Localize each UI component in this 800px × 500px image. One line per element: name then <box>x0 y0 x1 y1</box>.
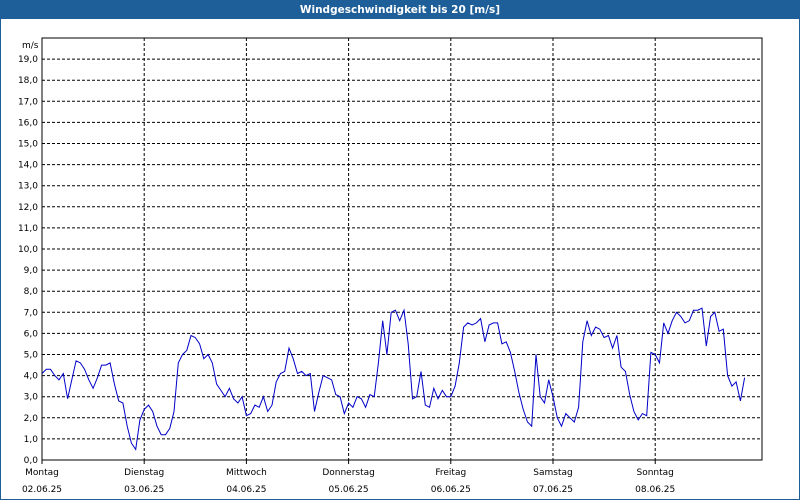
x-tick-day-label: Donnerstag <box>322 468 375 478</box>
y-tick-label: 6,0 <box>24 329 39 339</box>
y-tick-label: 14,0 <box>18 161 38 171</box>
x-tick-date-label: 02.06.25 <box>22 485 62 495</box>
y-tick-label: 15,0 <box>18 140 38 150</box>
y-tick-label: 11,0 <box>18 224 38 234</box>
y-tick-label: 18,0 <box>18 76 38 86</box>
x-tick-date-label: 05.06.25 <box>329 485 369 495</box>
x-tick-day-label: Freitag <box>435 468 466 478</box>
y-tick-label: 16,0 <box>18 118 38 128</box>
y-tick-label: 8,0 <box>24 287 39 297</box>
y-tick-label: 12,0 <box>18 203 38 213</box>
y-tick-label: 19,0 <box>18 55 38 65</box>
y-tick-label: 1,0 <box>24 435 39 445</box>
grid-lines <box>42 38 762 460</box>
x-tick-date-label: 07.06.25 <box>533 485 573 495</box>
x-tick-day-label: Mittwoch <box>226 468 267 478</box>
y-tick-labels: 0,0 1,0 2,0 3,0 4,0 5,0 6,0 7,0 8,0 9,0 10,0 11,0 12… <box>18 55 38 466</box>
y-tick-label: 7,0 <box>24 308 39 318</box>
x-tick-date-label: 04.06.25 <box>226 485 266 495</box>
y-tick-label: 10,0 <box>18 245 38 255</box>
y-tick-label: 3,0 <box>24 393 39 403</box>
y-tick-label: 2,0 <box>24 414 39 424</box>
x-tick-date-label: 03.06.25 <box>124 485 164 495</box>
x-tick-date-label: 06.06.25 <box>431 485 471 495</box>
wind-speed-chart: 0,0 1,0 2,0 3,0 4,0 5,0 6,0 7,0 8,0 9,0 10,0 11,0 12… <box>18 37 763 495</box>
x-tick-date-label: 08.06.25 <box>635 485 675 495</box>
x-tick-day-label: Sonntag <box>637 468 674 478</box>
x-tick-day-label: Montag <box>25 468 59 478</box>
y-tick-label: 17,0 <box>18 97 38 107</box>
x-tick-labels: Montag 02.06.25 Dienstag 03.06.25 Mittwoch 04… <box>22 460 675 495</box>
y-axis-unit-label: m/s <box>22 41 39 51</box>
y-tick-label: 0,0 <box>24 456 39 466</box>
x-tick-day-label: Samstag <box>533 468 572 478</box>
y-tick-label: 5,0 <box>24 351 39 361</box>
y-tick-label: 4,0 <box>24 372 39 382</box>
x-tick-day-label: Dienstag <box>124 468 164 478</box>
series-line <box>41 307 746 451</box>
y-tick-label: 13,0 <box>18 182 38 192</box>
y-tick-label: 9,0 <box>24 266 39 276</box>
